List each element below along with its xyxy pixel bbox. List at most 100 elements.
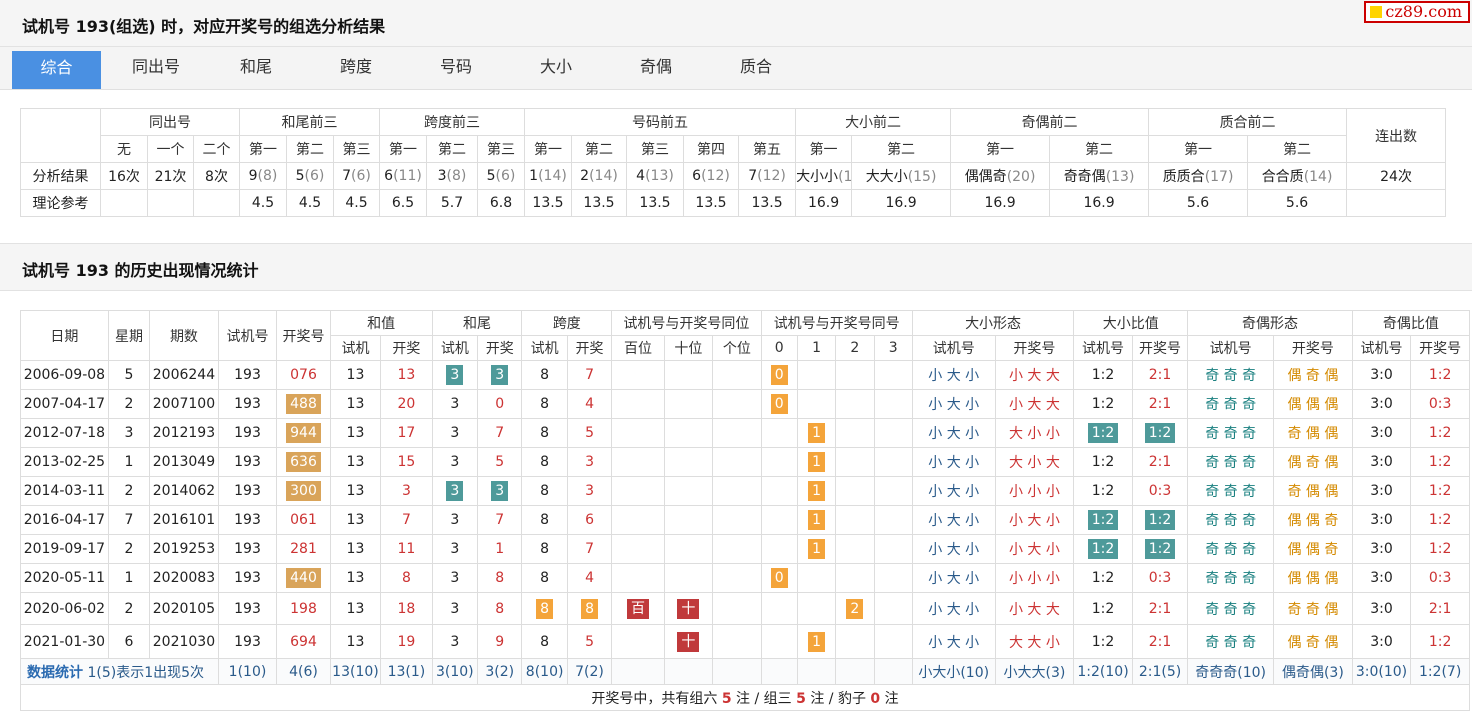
- row-size-test: 小 大 小: [911, 505, 996, 535]
- row-same-number-1: 1: [796, 447, 837, 477]
- row-parity-draw: 奇 偶 偶: [1273, 476, 1353, 506]
- row-same-position-2: [712, 476, 762, 506]
- t1-reference-cell: 5.6: [1247, 189, 1348, 217]
- stats-cell: [796, 658, 837, 685]
- tab-6[interactable]: 奇偶: [606, 47, 706, 87]
- row-same-position-0: [611, 476, 665, 506]
- site-logo[interactable]: cz89.com: [1364, 1, 1470, 23]
- row-same-number-0: [760, 505, 798, 535]
- row-tail-draw: 1: [477, 534, 523, 564]
- result-value: 6: [692, 168, 702, 184]
- row-same-number-1: 1: [796, 505, 837, 535]
- footer-p2: 注 / 组三: [731, 690, 797, 707]
- stats-cell: 1:2(10): [1073, 658, 1133, 685]
- result-value: 质质合: [1162, 169, 1205, 185]
- row-same-position-0: [611, 624, 665, 659]
- tab-0[interactable]: 综合: [12, 51, 101, 89]
- row-same-number-3: [873, 563, 913, 593]
- row-tail-test: 3: [431, 534, 479, 564]
- row-same-number-2: 2: [835, 592, 875, 625]
- row-size-draw: 小 大 大: [994, 389, 1075, 419]
- result-value: 7: [748, 168, 758, 184]
- t1-sub-header: 第二: [1049, 135, 1150, 163]
- t1-result-cell: 质质合(17): [1148, 162, 1249, 190]
- row-sum-test: 13: [329, 505, 382, 535]
- row-same-position-0: [611, 534, 665, 564]
- row-test-number: 193: [217, 360, 278, 390]
- t1-reference-cell: 16.9: [950, 189, 1051, 217]
- result-value: 8次: [205, 169, 228, 185]
- row-same-position-1: [663, 563, 714, 593]
- t2-group-header: 奇偶形态: [1187, 310, 1353, 336]
- row-sum-draw: 8: [380, 563, 433, 593]
- t1-reference-cell: 6.5: [379, 189, 428, 217]
- t1-sub-header: 第一: [379, 135, 428, 163]
- row-same-position-2: [712, 592, 762, 625]
- row-same-position-0: [611, 360, 665, 390]
- row-span-draw: 6: [566, 505, 613, 535]
- row-same-number-2: [835, 624, 875, 659]
- stats-cell: 1(10): [217, 658, 278, 685]
- tab-2[interactable]: 和尾: [206, 47, 306, 87]
- row-size-draw: 小 大 小: [994, 505, 1075, 535]
- stats-cell: [873, 658, 913, 685]
- row-same-number-1: [796, 360, 837, 390]
- tab-4[interactable]: 号码: [406, 47, 506, 87]
- row-same-position-1: [663, 505, 714, 535]
- row-same-number-1: 1: [796, 418, 837, 448]
- row-size-ratio-test: 1:2: [1073, 534, 1133, 564]
- row-parity-draw: 偶 偶 偶: [1273, 389, 1353, 419]
- t2-sub-header: 个位: [712, 335, 762, 361]
- t2-sub-header: 2: [835, 335, 875, 361]
- t1-result-cell: 16次: [100, 162, 148, 190]
- result-count: (13): [1105, 169, 1135, 185]
- same-number-badge: 1: [808, 539, 825, 559]
- row-parity-draw: 偶 偶 奇: [1273, 505, 1353, 535]
- row-parity-ratio-test: 3:0: [1351, 360, 1412, 390]
- t1-sub-header: 第三: [333, 135, 381, 163]
- t1-group-header: 同出号: [99, 108, 241, 136]
- tab-3[interactable]: 跨度: [306, 47, 406, 87]
- t1-group-header: 质合前二: [1148, 108, 1348, 136]
- tab-7[interactable]: 质合: [706, 47, 806, 87]
- row-issue: 2019253: [149, 534, 219, 564]
- t1-result-cell: 4(13): [626, 162, 685, 190]
- tab-5[interactable]: 大小: [506, 47, 606, 87]
- row-test-number: 193: [217, 563, 278, 593]
- t1-group-header: 连出数: [1346, 108, 1447, 163]
- t1-reference-cell: 16.9: [795, 189, 853, 217]
- logo-text: cz89.com: [1385, 2, 1462, 21]
- stats-cell: 3(2): [477, 658, 523, 685]
- t1-result-cell: 6(12): [683, 162, 740, 190]
- t2-group-header: 大小比值: [1073, 310, 1189, 336]
- row-same-position-1: [663, 418, 714, 448]
- row-size-ratio-draw: 1:2: [1131, 418, 1189, 448]
- result-value: 奇奇偶: [1063, 169, 1106, 185]
- row-tail-draw: 8: [477, 592, 523, 625]
- row-same-number-1: 1: [796, 476, 837, 506]
- row-parity-ratio-draw: 1:2: [1410, 505, 1470, 535]
- draw-number-badge: 636: [286, 452, 321, 472]
- t1-reference-cell: 4.5: [239, 189, 288, 217]
- row-parity-ratio-test: 3:0: [1351, 624, 1412, 659]
- tab-1[interactable]: 同出号: [106, 47, 206, 87]
- t1-row-label: 理论参考: [20, 189, 101, 217]
- row-size-draw: 小 大 大: [994, 360, 1075, 390]
- row-same-number-3: [873, 360, 913, 390]
- t1-sub-header: 第二: [851, 135, 952, 163]
- t1-result-cell: 21次: [147, 162, 194, 190]
- row-weekday: 5: [107, 360, 151, 390]
- row-tail-draw: 9: [477, 624, 523, 659]
- result-count: (12): [757, 168, 786, 184]
- t2-sub-header: 开奖号: [994, 335, 1075, 361]
- row-parity-ratio-test: 3:0: [1351, 563, 1412, 593]
- row-span-draw: 5: [566, 624, 613, 659]
- t1-sub-header: 第四: [683, 135, 740, 163]
- t1-reference-cell: 5.7: [426, 189, 479, 217]
- t1-sub-header: 第一: [795, 135, 853, 163]
- row-issue: 2013049: [149, 447, 219, 477]
- t1-sub-header: 第一: [524, 135, 573, 163]
- row-size-ratio-test: 1:2: [1073, 505, 1133, 535]
- t1-reference-cell: 5.6: [1148, 189, 1249, 217]
- row-span-test: 8: [521, 563, 568, 593]
